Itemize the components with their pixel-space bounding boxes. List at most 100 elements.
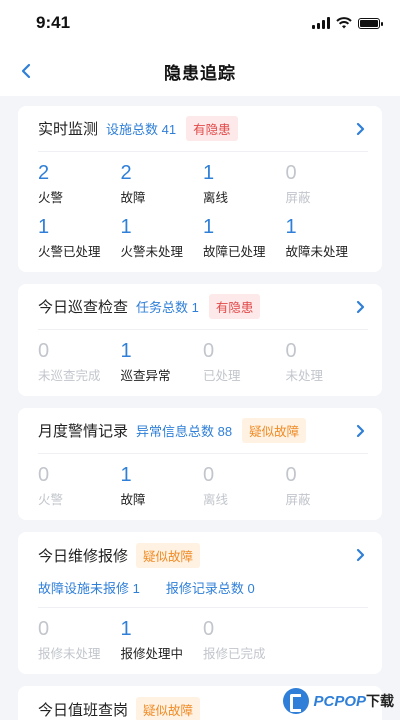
card-title: 月度警情记录 <box>38 423 129 440</box>
realtime-monitor-card[interactable]: 实时监测 设施总数 41 有隐患 2 火警 2 故障 1 离线 0 屏蔽 1 火警已处理 … <box>18 106 382 272</box>
status-badge: 疑似故障 <box>136 542 201 568</box>
stat-label: 已处理 <box>203 369 241 383</box>
pcpop-logo-icon <box>283 688 310 714</box>
stat-patrol-abnormal[interactable]: 1 巡查异常 <box>121 340 204 384</box>
stat-fault[interactable]: 2 故障 <box>121 162 204 206</box>
stat-value: 1 <box>120 464 132 486</box>
stat-patrol-incomplete[interactable]: 0 未巡查完成 <box>38 340 121 384</box>
stat-label: 火警未处理 <box>120 245 184 259</box>
card-title: 今日值班查岗 <box>38 701 129 719</box>
stat-value: 0 <box>38 618 50 640</box>
stat-fault-unhandled[interactable]: 1 故障未处理 <box>286 216 369 260</box>
daily-repair-card[interactable]: 今日维修报修 疑似故障 故障设施未报修 1 报修记录总数 0 0 报修未处理 1 报… <box>18 532 382 674</box>
stat-repair-complete[interactable]: 0 报修已完成 <box>203 618 286 662</box>
stat-value: 0 <box>285 340 297 362</box>
wifi-icon <box>336 17 352 29</box>
stat-label: 离线 <box>203 493 229 507</box>
stat-value: 0 <box>285 162 297 184</box>
daily-patrol-card[interactable]: 今日巡查检查 任务总数 1 有隐患 0 未巡查完成 1 巡查异常 0 已处理 0 未处理 <box>18 284 382 396</box>
chevron-right-icon[interactable] <box>352 423 368 439</box>
chevron-right-icon[interactable] <box>352 547 368 563</box>
stat-fire[interactable]: 2 火警 <box>38 162 121 206</box>
stat-fire[interactable]: 0 火警 <box>38 464 121 508</box>
card-header: 今日维修报修 疑似故障 <box>38 532 368 578</box>
card-title: 实时监测 <box>38 121 99 138</box>
stat-value: 0 <box>38 464 50 486</box>
stat-value: 0 <box>285 464 297 486</box>
stat-label: 巡查异常 <box>120 369 171 383</box>
stat-value: 0 <box>203 464 215 486</box>
stats-grid: 0 火警 1 故障 0 离线 0 屏蔽 <box>38 454 368 520</box>
stat-label: 报修未处理 <box>38 647 101 661</box>
chevron-right-icon[interactable] <box>352 121 368 137</box>
stat-fault[interactable]: 1 故障 <box>121 464 204 508</box>
nav-bar: 隐患追踪 <box>0 46 400 96</box>
stat-value: 2 <box>38 162 50 184</box>
stat-unhandled[interactable]: 0 未处理 <box>286 340 369 384</box>
stat-label: 屏蔽 <box>285 191 311 205</box>
page-title: 隐患追踪 <box>164 63 236 83</box>
repair-record-total: 报修记录总数 0 <box>165 581 255 596</box>
stat-value: 1 <box>120 340 132 362</box>
back-icon[interactable] <box>14 59 38 83</box>
stats-grid: 0 报修未处理 1 报修处理中 0 报修已完成 <box>38 608 368 674</box>
stat-offline[interactable]: 1 离线 <box>203 162 286 206</box>
status-time: 9:41 <box>36 13 71 32</box>
stat-label: 未巡查完成 <box>38 369 101 383</box>
stat-value: 1 <box>120 216 132 238</box>
stats-grid: 0 未巡查完成 1 巡查异常 0 已处理 0 未处理 <box>38 330 368 396</box>
stat-label: 报修已完成 <box>203 647 266 661</box>
status-badge: 有隐患 <box>186 116 238 141</box>
stat-label: 火警 <box>38 191 64 205</box>
stat-value: 1 <box>285 216 297 238</box>
stat-label: 故障未处理 <box>285 245 349 259</box>
stat-shielded[interactable]: 0 屏蔽 <box>286 464 369 508</box>
stat-value: 1 <box>120 618 132 640</box>
card-title: 今日维修报修 <box>38 547 129 565</box>
monthly-alarm-card[interactable]: 月度警情记录 异常信息总数 88 疑似故障 0 火警 1 故障 0 离线 0 屏蔽 <box>18 408 382 520</box>
stat-label: 报修处理中 <box>120 647 184 661</box>
status-badge: 疑似故障 <box>242 418 307 443</box>
stat-offline[interactable]: 0 离线 <box>203 464 286 508</box>
battery-icon <box>358 17 383 29</box>
stat-fault-handled[interactable]: 1 故障已处理 <box>203 216 286 260</box>
stat-value: 0 <box>38 340 50 362</box>
stat-label: 故障 <box>120 191 146 205</box>
stat-repair-pending[interactable]: 0 报修未处理 <box>38 618 121 662</box>
signal-icon <box>312 17 330 29</box>
watermark-logo: PCPOP下载 <box>283 688 394 714</box>
stat-label: 屏蔽 <box>285 493 311 507</box>
chevron-right-icon[interactable] <box>352 299 368 315</box>
stat-handled[interactable]: 0 已处理 <box>203 340 286 384</box>
stat-fire-unhandled[interactable]: 1 火警未处理 <box>121 216 204 260</box>
main-content: 实时监测 设施总数 41 有隐患 2 火警 2 故障 1 离线 0 屏蔽 1 火警已处理 … <box>0 96 400 720</box>
stat-value: 0 <box>203 618 215 640</box>
status-badge: 有隐患 <box>208 294 261 319</box>
stat-label: 离线 <box>203 191 229 205</box>
card-header: 今日巡查检查 任务总数 1 有隐患 <box>38 284 368 330</box>
watermark-text: PCPOP下载 <box>313 693 394 710</box>
status-icons <box>312 17 383 29</box>
stat-shielded[interactable]: 0 屏蔽 <box>286 162 369 206</box>
stat-label: 火警 <box>38 493 64 507</box>
stat-value: 1 <box>203 162 215 184</box>
stat-fire-handled[interactable]: 1 火警已处理 <box>38 216 121 260</box>
status-bar: 9:41 <box>0 0 400 46</box>
stat-label: 未处理 <box>285 369 324 383</box>
stat-label: 故障 <box>120 493 146 507</box>
stats-grid: 2 火警 2 故障 1 离线 0 屏蔽 1 火警已处理 1 火警未处理 1 故障已处理 1 故障… <box>38 152 368 272</box>
facility-total: 设施总数 41 <box>106 122 177 137</box>
status-badge: 疑似故障 <box>136 696 201 720</box>
unreported-faults: 故障设施未报修 1 <box>38 581 140 596</box>
stat-label: 火警已处理 <box>38 245 101 259</box>
stat-value: 1 <box>203 216 215 238</box>
card-header: 月度警情记录 异常信息总数 88 疑似故障 <box>38 408 368 454</box>
card-title: 今日巡查检查 <box>38 299 129 316</box>
abnormal-total: 异常信息总数 88 <box>136 424 233 439</box>
card-header: 实时监测 设施总数 41 有隐患 <box>38 106 368 152</box>
task-total: 任务总数 1 <box>136 300 199 315</box>
stat-repair-in-progress[interactable]: 1 报修处理中 <box>121 618 204 662</box>
stat-value: 0 <box>203 340 215 362</box>
repair-summary: 故障设施未报修 1 报修记录总数 0 <box>38 578 368 608</box>
stat-value: 1 <box>38 216 50 238</box>
